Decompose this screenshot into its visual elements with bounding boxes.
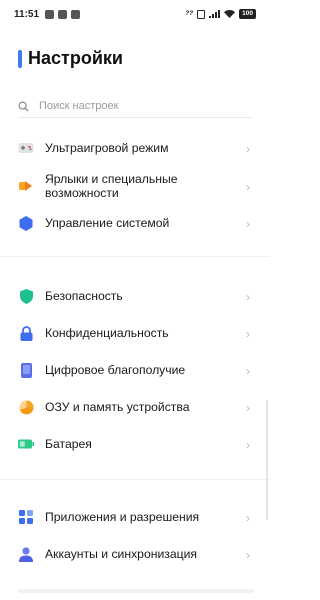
search-bar[interactable] [18, 95, 252, 118]
section-divider [0, 479, 270, 480]
item-label: Аккаунты и синхронизация [45, 547, 198, 561]
sim-icon [197, 9, 206, 19]
chevron-right-icon: › [246, 180, 250, 194]
signal-icon [209, 10, 221, 18]
search-input[interactable] [39, 100, 219, 112]
chevron-right-icon: › [246, 364, 250, 378]
shortcuts-accessibility-icon [18, 178, 34, 194]
settings-item-ultra-game-mode[interactable]: Ультраигровой режим › [18, 140, 254, 156]
system-management-icon [18, 215, 34, 231]
ram-storage-icon [18, 399, 34, 415]
chevron-right-icon: › [246, 401, 250, 415]
settings-item-shortcuts-accessibility[interactable]: Ярлыки и специальные возможности › [18, 172, 254, 200]
item-label: Ультраигровой режим [45, 141, 169, 155]
settings-item-ram-storage[interactable]: ОЗУ и память устройства › [18, 399, 254, 415]
item-label: Безопасность [45, 289, 123, 303]
notification-icon [71, 9, 81, 19]
item-label: Цифровое благополучие [45, 363, 186, 377]
item-label: ОЗУ и память устройства [45, 400, 190, 414]
item-label: Конфиденциальность [45, 326, 169, 340]
chevron-right-icon: › [246, 511, 250, 525]
battery-icon [18, 436, 34, 452]
settings-item-system-management[interactable]: Управление системой › [18, 215, 254, 231]
next-section-peek [18, 589, 254, 593]
settings-item-apps-permissions[interactable]: Приложения и разрешения › [18, 509, 254, 525]
apps-permissions-icon [18, 509, 34, 525]
page-title: Настройки [28, 48, 123, 68]
settings-item-accounts-sync[interactable]: Аккаунты и синхронизация › [18, 546, 254, 562]
settings-item-privacy[interactable]: Конфиденциальность › [18, 325, 254, 341]
title-accent-bar [18, 49, 22, 68]
chevron-right-icon: › [246, 217, 250, 231]
status-right: ?? 100 [185, 9, 256, 19]
security-shield-icon [18, 288, 34, 304]
wifi-icon [224, 10, 236, 18]
item-label: Ярлыки и специальные возможности [45, 172, 178, 200]
page-header: Настройки [18, 48, 123, 69]
scrollbar[interactable] [266, 400, 268, 520]
accounts-sync-icon [18, 546, 34, 562]
game-mode-icon [18, 140, 34, 156]
chevron-right-icon: › [246, 548, 250, 562]
chevron-right-icon: › [246, 438, 250, 452]
item-label: Приложения и разрешения [45, 510, 200, 524]
notification-icon [45, 9, 55, 19]
chevron-right-icon: › [246, 327, 250, 341]
privacy-lock-icon [18, 325, 34, 341]
settings-item-digital-wellbeing[interactable]: Цифровое благополучие › [18, 362, 254, 378]
item-label: Управление системой [45, 216, 170, 230]
status-time: 11:51 [14, 8, 40, 20]
section-divider [0, 256, 270, 257]
item-label: Батарея [45, 437, 92, 451]
status-bar: 11:51 ?? 100 [0, 0, 270, 28]
settings-item-security[interactable]: Безопасность › [18, 288, 254, 304]
network-speed: ?? [185, 10, 194, 17]
status-left: 11:51 [14, 8, 81, 20]
notification-icon [58, 9, 68, 19]
chevron-right-icon: › [246, 142, 250, 156]
search-icon [18, 101, 29, 112]
battery-level: 100 [239, 9, 256, 19]
digital-wellbeing-icon [18, 362, 34, 378]
chevron-right-icon: › [246, 290, 250, 304]
settings-item-battery[interactable]: Батарея › [18, 436, 254, 452]
